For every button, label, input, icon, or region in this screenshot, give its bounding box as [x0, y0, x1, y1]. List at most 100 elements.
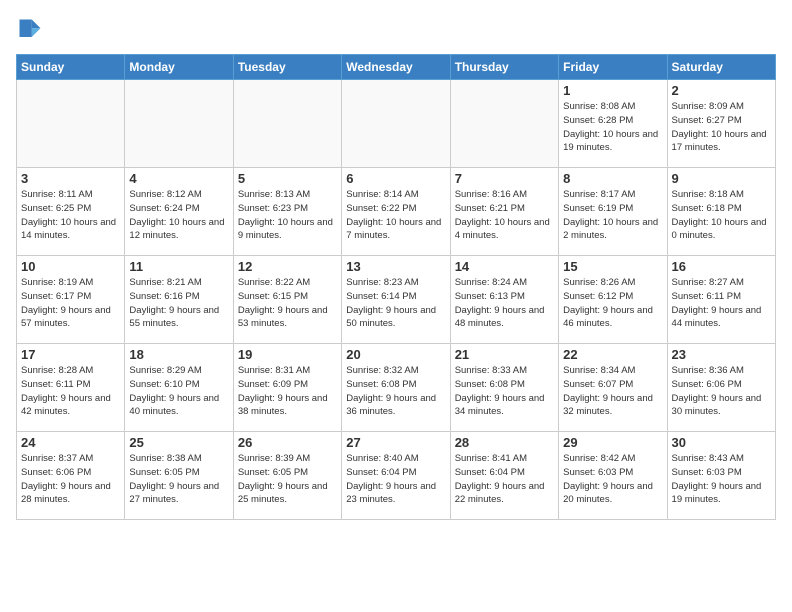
day-number: 5	[238, 171, 337, 186]
day-number: 24	[21, 435, 120, 450]
day-info: Sunrise: 8:42 AM Sunset: 6:03 PM Dayligh…	[563, 452, 662, 507]
calendar-cell: 29Sunrise: 8:42 AM Sunset: 6:03 PM Dayli…	[559, 432, 667, 520]
day-info: Sunrise: 8:19 AM Sunset: 6:17 PM Dayligh…	[21, 276, 120, 331]
day-info: Sunrise: 8:12 AM Sunset: 6:24 PM Dayligh…	[129, 188, 228, 243]
day-info: Sunrise: 8:29 AM Sunset: 6:10 PM Dayligh…	[129, 364, 228, 419]
calendar-cell: 17Sunrise: 8:28 AM Sunset: 6:11 PM Dayli…	[17, 344, 125, 432]
logo	[16, 16, 48, 44]
week-row-3: 10 Sunrise: 8:19 AM Sunset: 6:17 PM Dayli…	[17, 256, 776, 344]
day-info: Sunrise: 8:38 AM Sunset: 6:05 PM Dayligh…	[129, 452, 228, 507]
day-info: Sunrise: 8:08 AM Sunset: 6:28 PM Dayligh…	[563, 100, 662, 155]
weekday-header-thursday: Thursday	[450, 55, 558, 80]
day-number: 11	[129, 259, 228, 274]
weekday-header-wednesday: Wednesday	[342, 55, 450, 80]
weekday-header-saturday: Saturday	[667, 55, 775, 80]
day-number: 6	[346, 171, 445, 186]
day-number: 10	[21, 259, 120, 274]
weekday-header-row: SundayMondayTuesdayWednesdayThursdayFrid…	[17, 55, 776, 80]
calendar-cell	[450, 80, 558, 168]
calendar-cell: 19Sunrise: 8:31 AM Sunset: 6:09 PM Dayli…	[233, 344, 341, 432]
calendar-cell: 2 Sunrise: 8:09 AM Sunset: 6:27 PM Daylig…	[667, 80, 775, 168]
day-info: Sunrise: 8:32 AM Sunset: 6:08 PM Dayligh…	[346, 364, 445, 419]
calendar-cell	[125, 80, 233, 168]
day-info: Sunrise: 8:39 AM Sunset: 6:05 PM Dayligh…	[238, 452, 337, 507]
day-number: 26	[238, 435, 337, 450]
day-info: Sunrise: 8:40 AM Sunset: 6:04 PM Dayligh…	[346, 452, 445, 507]
calendar-cell: 28 Sunrise: 8:41 AM Sunset: 6:04 PM Dayli…	[450, 432, 558, 520]
calendar-cell: 25 Sunrise: 8:38 AM Sunset: 6:05 PM Dayli…	[125, 432, 233, 520]
weekday-header-sunday: Sunday	[17, 55, 125, 80]
day-number: 14	[455, 259, 554, 274]
day-number: 7	[455, 171, 554, 186]
calendar-cell: 1 Sunrise: 8:08 AM Sunset: 6:28 PM Daylig…	[559, 80, 667, 168]
calendar-cell: 27 Sunrise: 8:40 AM Sunset: 6:04 PM Dayli…	[342, 432, 450, 520]
calendar-cell: 10 Sunrise: 8:19 AM Sunset: 6:17 PM Dayli…	[17, 256, 125, 344]
weekday-header-monday: Monday	[125, 55, 233, 80]
weekday-header-friday: Friday	[559, 55, 667, 80]
day-info: Sunrise: 8:23 AM Sunset: 6:14 PM Dayligh…	[346, 276, 445, 331]
day-info: Sunrise: 8:33 AM Sunset: 6:08 PM Dayligh…	[455, 364, 554, 419]
day-info: Sunrise: 8:28 AM Sunset: 6:11 PM Dayligh…	[21, 364, 120, 419]
calendar-cell: 15 Sunrise: 8:26 AM Sunset: 6:12 PM Dayli…	[559, 256, 667, 344]
calendar-cell: 18 Sunrise: 8:29 AM Sunset: 6:10 PM Dayli…	[125, 344, 233, 432]
week-row-5: 24Sunrise: 8:37 AM Sunset: 6:06 PM Dayli…	[17, 432, 776, 520]
day-number: 30	[672, 435, 771, 450]
calendar-cell: 16Sunrise: 8:27 AM Sunset: 6:11 PM Dayli…	[667, 256, 775, 344]
day-number: 12	[238, 259, 337, 274]
logo-icon	[16, 16, 44, 44]
day-info: Sunrise: 8:34 AM Sunset: 6:07 PM Dayligh…	[563, 364, 662, 419]
day-number: 3	[21, 171, 120, 186]
calendar-cell: 30 Sunrise: 8:43 AM Sunset: 6:03 PM Dayli…	[667, 432, 775, 520]
day-info: Sunrise: 8:17 AM Sunset: 6:19 PM Dayligh…	[563, 188, 662, 243]
week-row-2: 3 Sunrise: 8:11 AM Sunset: 6:25 PM Daylig…	[17, 168, 776, 256]
day-number: 27	[346, 435, 445, 450]
calendar-cell	[17, 80, 125, 168]
day-info: Sunrise: 8:18 AM Sunset: 6:18 PM Dayligh…	[672, 188, 771, 243]
calendar-cell: 26 Sunrise: 8:39 AM Sunset: 6:05 PM Dayli…	[233, 432, 341, 520]
week-row-1: 1 Sunrise: 8:08 AM Sunset: 6:28 PM Daylig…	[17, 80, 776, 168]
day-info: Sunrise: 8:43 AM Sunset: 6:03 PM Dayligh…	[672, 452, 771, 507]
day-info: Sunrise: 8:26 AM Sunset: 6:12 PM Dayligh…	[563, 276, 662, 331]
day-info: Sunrise: 8:09 AM Sunset: 6:27 PM Dayligh…	[672, 100, 771, 155]
calendar-cell: 14 Sunrise: 8:24 AM Sunset: 6:13 PM Dayli…	[450, 256, 558, 344]
day-info: Sunrise: 8:13 AM Sunset: 6:23 PM Dayligh…	[238, 188, 337, 243]
day-number: 20	[346, 347, 445, 362]
calendar-cell: 20 Sunrise: 8:32 AM Sunset: 6:08 PM Dayli…	[342, 344, 450, 432]
calendar-cell	[233, 80, 341, 168]
header	[16, 16, 776, 44]
day-info: Sunrise: 8:22 AM Sunset: 6:15 PM Dayligh…	[238, 276, 337, 331]
calendar-cell: 5 Sunrise: 8:13 AM Sunset: 6:23 PM Daylig…	[233, 168, 341, 256]
day-info: Sunrise: 8:11 AM Sunset: 6:25 PM Dayligh…	[21, 188, 120, 243]
day-number: 1	[563, 83, 662, 98]
day-number: 22	[563, 347, 662, 362]
day-info: Sunrise: 8:36 AM Sunset: 6:06 PM Dayligh…	[672, 364, 771, 419]
day-info: Sunrise: 8:14 AM Sunset: 6:22 PM Dayligh…	[346, 188, 445, 243]
day-number: 23	[672, 347, 771, 362]
day-info: Sunrise: 8:31 AM Sunset: 6:09 PM Dayligh…	[238, 364, 337, 419]
day-number: 2	[672, 83, 771, 98]
calendar-cell: 4Sunrise: 8:12 AM Sunset: 6:24 PM Daylig…	[125, 168, 233, 256]
day-info: Sunrise: 8:41 AM Sunset: 6:04 PM Dayligh…	[455, 452, 554, 507]
day-number: 15	[563, 259, 662, 274]
day-number: 28	[455, 435, 554, 450]
calendar-cell: 22 Sunrise: 8:34 AM Sunset: 6:07 PM Dayli…	[559, 344, 667, 432]
day-info: Sunrise: 8:21 AM Sunset: 6:16 PM Dayligh…	[129, 276, 228, 331]
day-number: 21	[455, 347, 554, 362]
day-number: 25	[129, 435, 228, 450]
day-info: Sunrise: 8:16 AM Sunset: 6:21 PM Dayligh…	[455, 188, 554, 243]
calendar-cell: 11 Sunrise: 8:21 AM Sunset: 6:16 PM Dayli…	[125, 256, 233, 344]
week-row-4: 17Sunrise: 8:28 AM Sunset: 6:11 PM Dayli…	[17, 344, 776, 432]
weekday-header-tuesday: Tuesday	[233, 55, 341, 80]
calendar: SundayMondayTuesdayWednesdayThursdayFrid…	[16, 54, 776, 520]
day-info: Sunrise: 8:24 AM Sunset: 6:13 PM Dayligh…	[455, 276, 554, 331]
day-info: Sunrise: 8:27 AM Sunset: 6:11 PM Dayligh…	[672, 276, 771, 331]
day-number: 8	[563, 171, 662, 186]
calendar-cell: 23 Sunrise: 8:36 AM Sunset: 6:06 PM Dayli…	[667, 344, 775, 432]
day-number: 13	[346, 259, 445, 274]
calendar-cell: 7 Sunrise: 8:16 AM Sunset: 6:21 PM Daylig…	[450, 168, 558, 256]
calendar-cell: 24Sunrise: 8:37 AM Sunset: 6:06 PM Dayli…	[17, 432, 125, 520]
calendar-cell: 9Sunrise: 8:18 AM Sunset: 6:18 PM Daylig…	[667, 168, 775, 256]
calendar-cell	[342, 80, 450, 168]
calendar-cell: 8 Sunrise: 8:17 AM Sunset: 6:19 PM Daylig…	[559, 168, 667, 256]
day-number: 18	[129, 347, 228, 362]
